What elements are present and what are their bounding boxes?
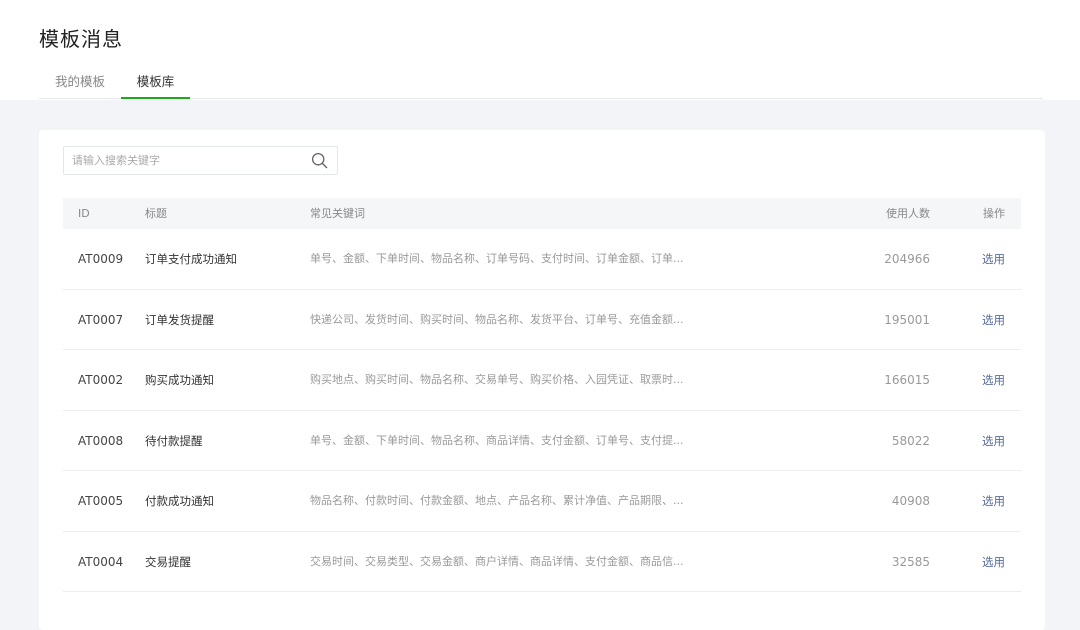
cell-id: AT0004	[78, 554, 124, 569]
header-title: 标题	[145, 207, 167, 220]
search-input[interactable]	[64, 147, 304, 174]
search-icon[interactable]	[311, 152, 328, 169]
table-header: ID 标题 常见关键词 使用人数 操作	[63, 198, 1021, 229]
cell-id: AT0008	[78, 433, 124, 448]
header: 模板消息 我的模板 模板库	[0, 0, 1080, 100]
cell-id: AT0002	[78, 373, 124, 387]
cell-keywords: 交易时间、交易类型、交易金额、商户详情、商品详情、支付金额、商品信...	[310, 554, 684, 568]
header-usage-count: 使用人数	[886, 207, 930, 220]
cell-keywords: 购买地点、购买时间、物品名称、交易单号、购买价格、入园凭证、取票时...	[310, 373, 684, 386]
cell-usage-count: 195001	[884, 312, 930, 327]
table-row: AT0008 待付款提醒 单号、金额、下单时间、物品名称、商品详情、支付金额、订…	[63, 411, 1021, 471]
cell-id: AT0005	[78, 494, 124, 508]
cell-usage-count: 40908	[891, 494, 930, 508]
cell-usage-count: 32585	[891, 554, 930, 569]
cell-title: 订单支付成功通知	[145, 252, 237, 266]
select-template-button[interactable]: 选用	[982, 290, 1005, 350]
cell-title: 购买成功通知	[145, 373, 214, 387]
cell-usage-count: 204966	[884, 252, 930, 266]
select-template-button[interactable]: 选用	[982, 471, 1005, 531]
template-table: ID 标题 常见关键词 使用人数 操作 AT0009 订单支付成功通知 单号、金…	[63, 198, 1021, 592]
table-row: AT0009 订单支付成功通知 单号、金额、下单时间、物品名称、订单号码、支付时…	[63, 229, 1021, 290]
select-template-button[interactable]: 选用	[982, 532, 1005, 592]
header-keywords: 常见关键词	[310, 207, 365, 220]
tab-my-templates[interactable]: 我的模板	[39, 67, 121, 99]
cell-keywords: 物品名称、付款时间、付款金额、地点、产品名称、累计净值、产品期限、...	[310, 494, 684, 507]
header-id: ID	[78, 207, 90, 220]
cell-keywords: 单号、金额、下单时间、物品名称、商品详情、支付金额、订单号、支付提...	[310, 433, 684, 447]
table-row: AT0007 订单发货提醒 快递公司、发货时间、购买时间、物品名称、发货平台、订…	[63, 290, 1021, 350]
select-template-button[interactable]: 选用	[982, 229, 1005, 289]
search-box	[63, 146, 338, 175]
cell-id: AT0007	[78, 312, 124, 327]
table-row: AT0004 交易提醒 交易时间、交易类型、交易金额、商户详情、商品详情、支付金…	[63, 532, 1021, 592]
cell-keywords: 快递公司、发货时间、购买时间、物品名称、发货平台、订单号、充值金额...	[310, 312, 684, 326]
cell-usage-count: 166015	[884, 373, 930, 387]
page-title: 模板消息	[39, 27, 123, 51]
template-library-panel: ID 标题 常见关键词 使用人数 操作 AT0009 订单支付成功通知 单号、金…	[39, 130, 1045, 630]
cell-title: 交易提醒	[145, 554, 191, 569]
select-template-button[interactable]: 选用	[982, 411, 1005, 471]
cell-title: 付款成功通知	[145, 494, 214, 508]
cell-usage-count: 58022	[891, 433, 930, 448]
cell-id: AT0009	[78, 252, 124, 266]
table-row: AT0002 购买成功通知 购买地点、购买时间、物品名称、交易单号、购买价格、入…	[63, 350, 1021, 411]
cell-title: 待付款提醒	[145, 433, 203, 448]
cell-keywords: 单号、金额、下单时间、物品名称、订单号码、支付时间、订单金额、订单...	[310, 252, 684, 265]
cell-title: 订单发货提醒	[145, 312, 214, 327]
select-template-button[interactable]: 选用	[982, 350, 1005, 410]
tab-bar: 我的模板 模板库	[39, 67, 1043, 99]
table-row: AT0005 付款成功通知 物品名称、付款时间、付款金额、地点、产品名称、累计净…	[63, 471, 1021, 532]
header-action: 操作	[983, 207, 1005, 220]
tab-template-library[interactable]: 模板库	[121, 67, 190, 99]
